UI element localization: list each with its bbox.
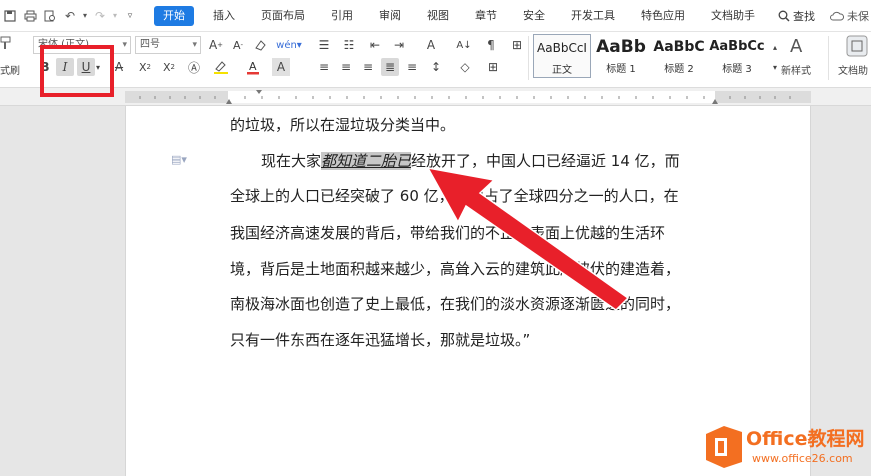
tab-review[interactable]: 审阅 [366, 0, 414, 32]
subscript-icon[interactable]: X2 [160, 58, 178, 76]
redo-dropdown-icon[interactable]: ▾ [110, 0, 120, 32]
paragraph-marker-icon[interactable]: ▤▾ [171, 153, 187, 166]
new-style-icon[interactable]: A [790, 36, 802, 57]
office-logo-icon [706, 426, 742, 468]
save-icon[interactable] [0, 0, 20, 32]
numbering-icon[interactable]: ☷ [340, 36, 358, 54]
search-button[interactable]: 查找 [768, 8, 825, 24]
tab-section[interactable]: 章节 [462, 0, 510, 32]
new-style-label[interactable]: 新样式 [781, 62, 811, 77]
char-shading-icon[interactable]: A [272, 58, 290, 76]
tab-developer[interactable]: 开发工具 [558, 0, 628, 32]
tab-page-layout[interactable]: 页面布局 [248, 0, 318, 32]
svg-text:A: A [249, 60, 257, 73]
document-line[interactable]: 境，背后是土地面积越来越少，高耸入云的建筑此起彼伏的建造着， [230, 259, 680, 279]
document-line[interactable]: 现在大家都知道二胎已经放开了，中国人口已经逼近 14 亿，而 [261, 151, 680, 171]
style-sample: AaBbCcI [537, 41, 587, 55]
document-line[interactable]: 只有一件东西在逐年迅猛增长，那就是垃圾。” [230, 330, 530, 350]
font-color-icon[interactable]: A [244, 58, 262, 76]
unsaved-label: 未保 [847, 10, 869, 23]
selected-text[interactable]: 都知道二胎已 [321, 152, 412, 170]
undo-icon[interactable]: ↶ [60, 0, 80, 32]
quick-access-toolbar: ↶ ▾ ↷ ▾ ▿ [0, 0, 140, 32]
align-left-icon[interactable]: ≡ [315, 58, 333, 76]
watermark-brand: Office教程网 [746, 428, 865, 450]
styles-gallery: AaBbCcI 正文 AaBb 标题 1 AaBbC 标题 2 AaBbCc 标… [533, 34, 765, 78]
tab-references[interactable]: 引用 [318, 0, 366, 32]
text-run: 现在大家 [261, 152, 322, 170]
style-heading-3[interactable]: AaBbCc 标题 3 [709, 34, 765, 78]
unsaved-status[interactable]: 未保 [830, 0, 871, 32]
tab-security[interactable]: 安全 [510, 0, 558, 32]
ribbon-separator [528, 36, 529, 80]
document-line[interactable]: 全球上的人口已经突破了 60 亿，我们占了全球四分之一的人口，在 [230, 186, 679, 206]
search-icon [778, 10, 790, 22]
style-heading-2[interactable]: AaBbC 标题 2 [651, 34, 707, 78]
style-sample: AaBb [596, 37, 646, 57]
print-icon[interactable] [20, 0, 40, 32]
annotation-highlight-box [40, 45, 114, 97]
ribbon-toolbar: 式刷 宋体 (正文) 四号 A+ A- wén▾ B I U ▾ A X2 X2… [0, 32, 871, 88]
watermark-logo: Office教程网 www.office26.com [702, 418, 871, 476]
show-marks-icon[interactable]: ¶ [482, 36, 500, 54]
increase-font-icon[interactable]: A + [207, 36, 225, 54]
tab-insert[interactable]: 插入 [200, 0, 248, 32]
line-spacing-icon[interactable]: ↕ [427, 58, 445, 76]
style-name: 标题 1 [606, 64, 636, 75]
justify-icon[interactable]: ≣ [381, 58, 399, 76]
tab-doc-assistant[interactable]: 文档助手 [698, 0, 768, 32]
search-label: 查找 [793, 9, 815, 23]
ribbon-separator [828, 36, 829, 80]
style-name: 正文 [552, 65, 572, 76]
tab-view[interactable]: 视图 [414, 0, 462, 32]
tab-special-apps[interactable]: 特色应用 [628, 0, 698, 32]
style-sample: AaBbCc [709, 39, 765, 54]
chinese-layout-icon[interactable]: A [422, 36, 440, 54]
document-line[interactable]: 我国经济高速发展的背后，带给我们的不止是表面上优越的生活环 [230, 223, 665, 243]
redo-icon[interactable]: ↷ [90, 0, 110, 32]
style-sample: AaBbC [653, 39, 705, 55]
doc-helper-icon[interactable] [846, 35, 868, 60]
undo-dropdown-icon[interactable]: ▾ [80, 0, 90, 32]
customize-toolbar-icon[interactable]: ▿ [120, 0, 140, 32]
style-name: 标题 2 [664, 64, 694, 75]
tab-home[interactable]: 开始 [154, 5, 194, 26]
phonetic-guide-icon[interactable]: wén▾ [276, 36, 302, 54]
horizontal-ruler[interactable] [0, 88, 871, 106]
style-normal[interactable]: AaBbCcI 正文 [533, 34, 591, 78]
decrease-font-icon[interactable]: A- [229, 36, 247, 54]
borders-icon[interactable]: ⊞ [484, 58, 502, 76]
clear-format-icon[interactable] [251, 36, 269, 54]
superscript-icon[interactable]: X2 [136, 58, 154, 76]
document-line[interactable]: 的垃圾，所以在湿垃圾分类当中。 [230, 115, 455, 135]
align-right-icon[interactable]: ≡ [359, 58, 377, 76]
shading-icon[interactable]: ◇ [456, 58, 474, 76]
bullets-icon[interactable]: ☰ [315, 36, 333, 54]
cloud-icon [830, 11, 844, 21]
ruler-ticks [139, 90, 791, 104]
doc-helper-label[interactable]: 文档助 [838, 62, 868, 77]
format-painter-icon[interactable] [0, 36, 12, 53]
styles-more-icon[interactable]: ▴ [766, 38, 784, 56]
highlight-icon[interactable] [212, 58, 230, 76]
document-line[interactable]: 南极海冰面也创造了史上最低，在我们的淡水资源逐渐匮乏的同时， [230, 294, 680, 314]
format-painter-label[interactable]: 式刷 [0, 62, 20, 77]
print-preview-icon[interactable] [40, 0, 60, 32]
table-icon[interactable]: ⊞ [508, 36, 526, 54]
decrease-indent-icon[interactable]: ⇤ [366, 36, 384, 54]
text-effect-icon[interactable]: Ⓐ [185, 58, 203, 76]
menu-bar: ↶ ▾ ↷ ▾ ▿ 开始 插入 页面布局 引用 审阅 视图 章节 安全 开发工具… [0, 0, 871, 32]
style-name: 标题 3 [722, 64, 752, 75]
align-center-icon[interactable]: ≡ [337, 58, 355, 76]
watermark-url: www.office26.com [752, 452, 853, 465]
distributed-icon[interactable]: ≡ [403, 58, 421, 76]
font-size-select[interactable]: 四号 [135, 36, 201, 54]
sort-icon[interactable]: A↓ [455, 36, 473, 54]
increase-indent-icon[interactable]: ⇥ [390, 36, 408, 54]
text-run: 经放开了，中国人口已经逼近 14 亿，而 [411, 152, 680, 170]
style-heading-1[interactable]: AaBb 标题 1 [593, 34, 649, 78]
